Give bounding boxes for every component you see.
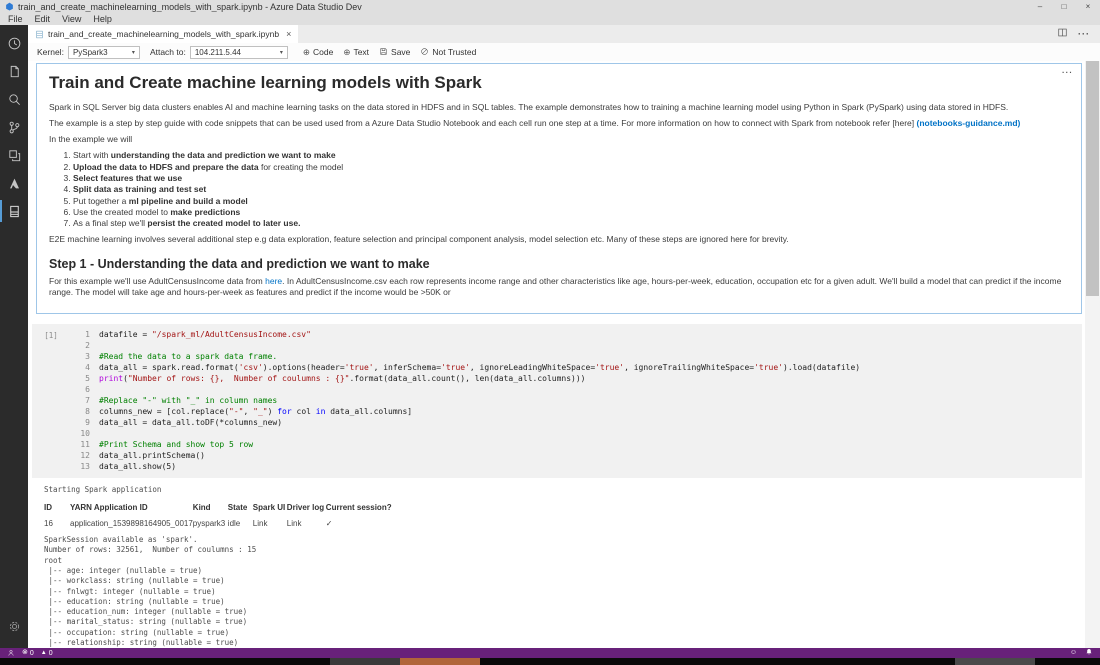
schema-output: SparkSession available as 'spark'.Number…	[44, 535, 1085, 648]
app-icon	[5, 2, 14, 11]
e2e-paragraph: E2E machine learning involves several ad…	[49, 234, 1069, 245]
here-link[interactable]: here	[265, 276, 282, 286]
restore-button[interactable]: □	[1052, 0, 1076, 13]
warning-icon: ▲	[41, 648, 47, 658]
current-session-check: ✓	[326, 515, 396, 532]
notifications-bell-icon[interactable]	[1085, 648, 1093, 658]
table-row: 16 application_1539898164905_0017 pyspar…	[44, 515, 396, 532]
extensions-icon[interactable]	[0, 141, 28, 169]
more-actions-icon[interactable]: ···	[1078, 29, 1090, 39]
chevron-down-icon: ▾	[124, 49, 135, 56]
code-editor[interactable]: 1datafile = "/spark_ml/AdultCensusIncome…	[70, 329, 1082, 472]
list-item: Start with understanding the data and pr…	[73, 150, 1069, 160]
cell-more-actions-icon[interactable]: ···	[1062, 68, 1073, 77]
notebooks-guidance-link[interactable]: (notebooks-guidance.md)	[917, 118, 1021, 128]
status-bar: ⊗ 0 ▲ 0 ☺	[0, 648, 1100, 658]
kernel-label: Kernel:	[37, 47, 64, 57]
azure-icon[interactable]	[0, 169, 28, 197]
vertical-scrollbar[interactable]	[1085, 61, 1100, 648]
table-header-row: ID YARN Application ID Kind State Spark …	[44, 500, 396, 515]
settings-gear-icon[interactable]	[0, 612, 28, 640]
circle-plus-icon: ⊕	[343, 47, 350, 58]
window-title: train_and_create_machinelearning_models_…	[18, 2, 362, 12]
remote-status-icon[interactable]	[7, 649, 15, 657]
step1-heading: Step 1 - Understanding the data and pred…	[49, 257, 1069, 271]
add-text-button[interactable]: ⊕ Text	[338, 47, 374, 58]
execution-count: [1]	[32, 329, 70, 472]
attach-to-label: Attach to:	[150, 47, 186, 57]
source-control-icon[interactable]	[0, 113, 28, 141]
tab-close-icon[interactable]: ×	[286, 29, 291, 39]
editor-actions: ···	[1057, 25, 1100, 43]
activity-bar	[0, 25, 28, 648]
spark-ui-link[interactable]: Link	[253, 515, 287, 532]
tab-notebook[interactable]: train_and_create_machinelearning_models_…	[28, 25, 298, 43]
feedback-smiley-icon[interactable]: ☺	[1070, 648, 1077, 658]
menu-edit[interactable]: Edit	[29, 14, 57, 24]
window-controls: – □ ×	[1028, 0, 1100, 13]
taskbar-segment	[400, 658, 480, 665]
explorer-icon[interactable]	[0, 57, 28, 85]
list-item: Select features that we use	[73, 173, 1069, 183]
list-item: Use the created model to make prediction…	[73, 207, 1069, 217]
add-code-button[interactable]: ⊕ Code	[298, 47, 338, 58]
list-item: Split data as training and test set	[73, 184, 1069, 194]
tab-label: train_and_create_machinelearning_models_…	[48, 29, 279, 39]
notebooks-icon[interactable]	[0, 197, 28, 225]
driver-log-link[interactable]: Link	[287, 515, 326, 532]
editor-tab-strip: train_and_create_machinelearning_models_…	[28, 25, 1100, 43]
taskbar-segment	[330, 658, 400, 665]
warnings-indicator[interactable]: ▲ 0	[41, 648, 53, 658]
notebook-content: ··· Train and Create machine learning mo…	[28, 61, 1085, 648]
list-item: Upload the data to HDFS and prepare the …	[73, 162, 1069, 172]
search-icon[interactable]	[0, 85, 28, 113]
notebook-toolbar: Kernel: PySpark3 ▾ Attach to: 104.211.5.…	[28, 43, 1100, 61]
menu-file[interactable]: File	[2, 14, 29, 24]
kernel-dropdown[interactable]: PySpark3 ▾	[68, 46, 140, 59]
minimize-button[interactable]: –	[1028, 0, 1052, 13]
attach-to-dropdown[interactable]: 104.211.5.44 ▾	[190, 46, 288, 59]
cell-output: Starting Spark application ID YARN Appli…	[44, 485, 1085, 648]
azure-data-studio-window: train_and_create_machinelearning_models_…	[0, 0, 1100, 665]
code-cell[interactable]: [1] 1datafile = "/spark_ml/AdultCensusIn…	[32, 324, 1082, 478]
save-button[interactable]: Save	[374, 47, 415, 58]
attach-to-value: 104.211.5.44	[195, 48, 241, 57]
title-bar: train_and_create_machinelearning_models_…	[0, 0, 1100, 13]
error-icon: ⊗	[22, 648, 28, 658]
not-trusted-icon	[420, 47, 429, 58]
history-icon[interactable]	[0, 29, 28, 57]
menu-bar: File Edit View Help	[0, 13, 1100, 25]
close-button[interactable]: ×	[1076, 0, 1100, 13]
steps-list: Start with understanding the data and pr…	[73, 150, 1069, 229]
list-intro: In the example we will	[49, 134, 1069, 145]
errors-indicator[interactable]: ⊗ 0	[22, 648, 34, 658]
split-editor-icon[interactable]	[1057, 25, 1068, 43]
windows-taskbar-strip	[0, 658, 1100, 665]
list-item: As a final step we'll persist the create…	[73, 218, 1069, 228]
menu-view[interactable]: View	[56, 14, 87, 24]
step1-paragraph: For this example we'll use AdultCensusIn…	[49, 276, 1069, 298]
circle-plus-icon: ⊕	[303, 47, 310, 58]
list-item: Put together a ml pipeline and build a m…	[73, 196, 1069, 206]
scrollbar-thumb[interactable]	[1086, 61, 1099, 296]
kernel-value: PySpark3	[73, 48, 108, 57]
intro-paragraph-1: Spark in SQL Server big data clusters en…	[49, 102, 1069, 113]
menu-help[interactable]: Help	[87, 14, 118, 24]
intro-paragraph-2: The example is a step by step guide with…	[49, 118, 1069, 129]
chevron-down-icon: ▾	[272, 49, 283, 56]
markdown-cell[interactable]: ··· Train and Create machine learning mo…	[36, 63, 1082, 314]
trust-status-button[interactable]: Not Trusted	[415, 47, 481, 58]
save-icon	[379, 47, 388, 58]
spark-session-table: ID YARN Application ID Kind State Spark …	[44, 500, 396, 532]
taskbar-segment	[955, 658, 1035, 665]
notebook-heading: Train and Create machine learning models…	[49, 73, 1069, 93]
spark-starting-text: Starting Spark application	[44, 485, 1085, 495]
